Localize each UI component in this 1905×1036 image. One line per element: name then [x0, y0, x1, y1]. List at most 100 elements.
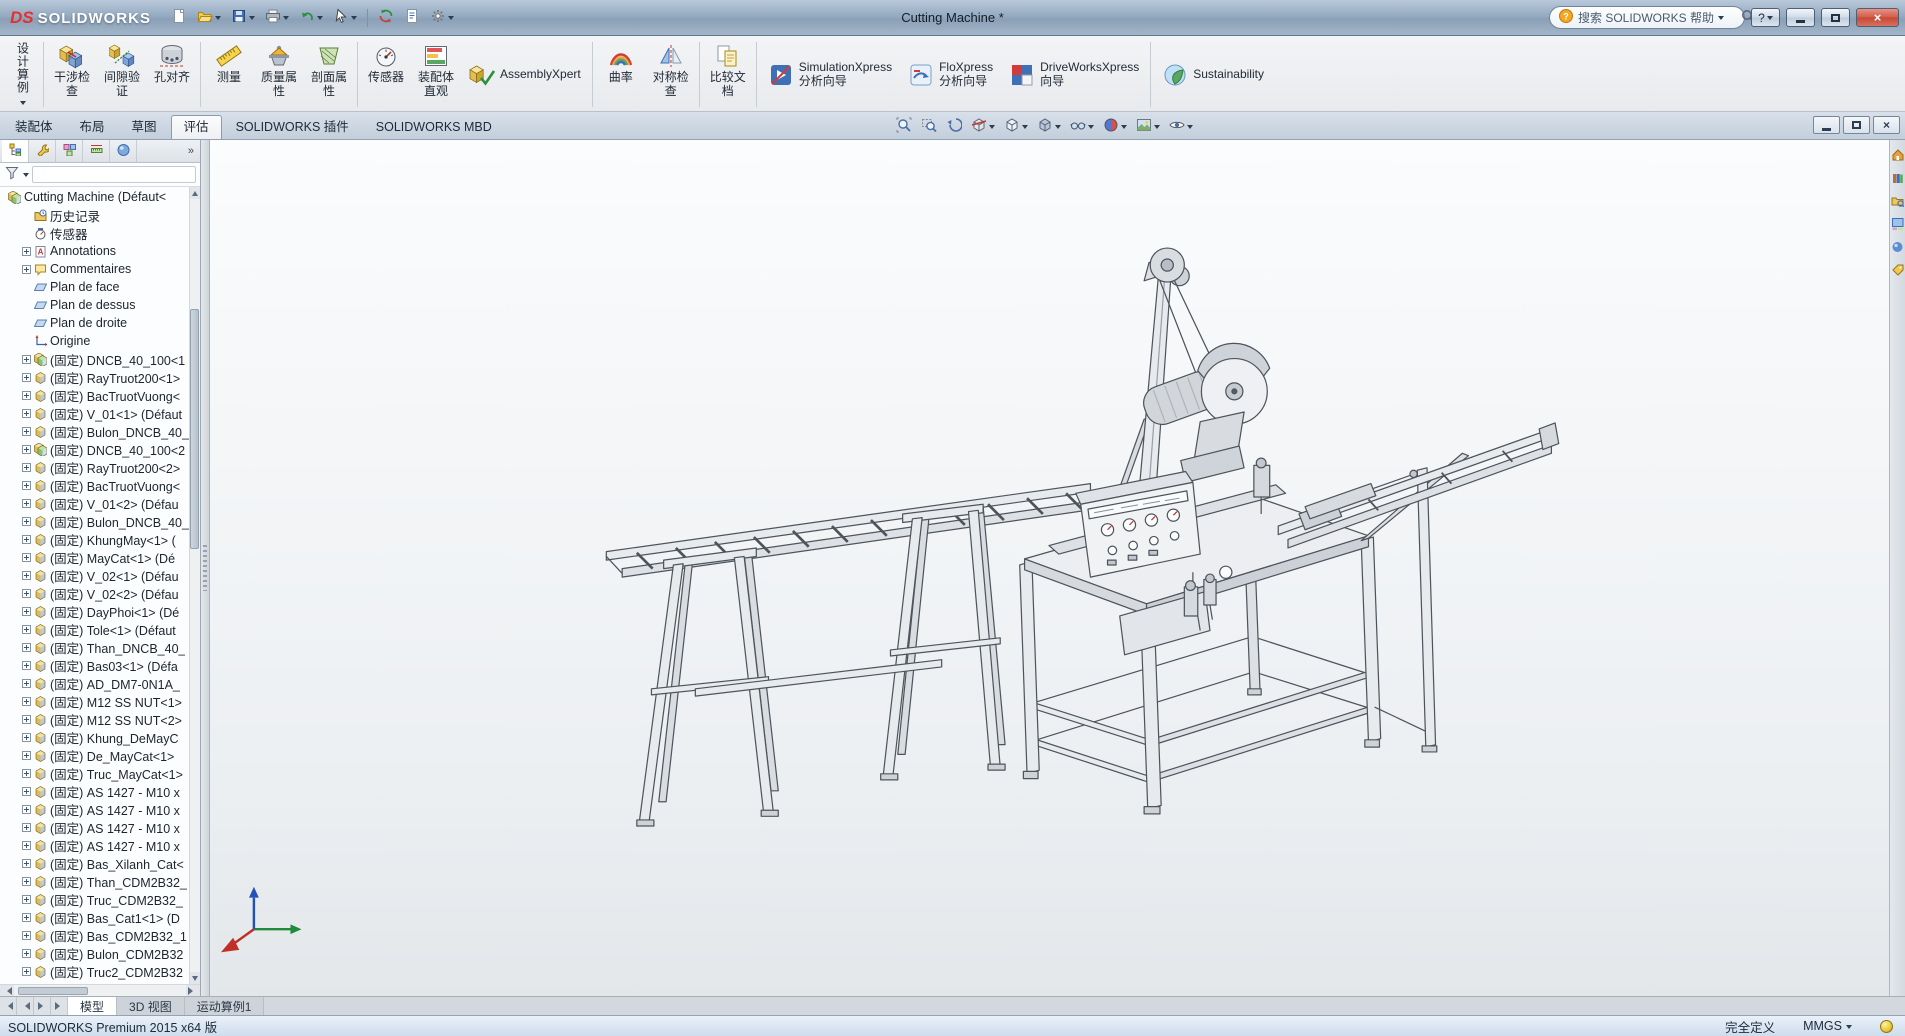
tree-item[interactable]: (固定) DNCB_40_100<2: [0, 440, 189, 458]
expand-icon[interactable]: [22, 427, 31, 436]
tree-item[interactable]: (固定) AD_DM7-0N1A_: [0, 674, 189, 692]
tree-item[interactable]: (固定) Bulon_CDM2B32: [0, 944, 189, 962]
expand-icon[interactable]: [22, 877, 31, 886]
tree-item[interactable]: (固定) Truc2_CDM2B32: [0, 962, 189, 980]
custom-properties-tab[interactable]: [1891, 263, 1905, 277]
design-study-button[interactable]: 设计算例: [6, 38, 40, 111]
expand-icon[interactable]: [22, 391, 31, 400]
saw-unit[interactable]: [1111, 248, 1270, 511]
outfeed-rail[interactable]: [1278, 423, 1558, 752]
tab-scroll-first-button[interactable]: [0, 997, 17, 1015]
ribbon-simulationxpress-button[interactable]: SimulationXpress分析向导: [760, 38, 900, 111]
maximize-button[interactable]: [1821, 8, 1850, 27]
scroll-up-button[interactable]: [190, 187, 200, 199]
tab-solidworks-mbd[interactable]: SOLIDWORKS MBD: [363, 115, 505, 139]
tree-item[interactable]: (固定) M12 SS NUT<2>: [0, 710, 189, 728]
trestle-right[interactable]: [881, 504, 1005, 780]
tree-item[interactable]: Plan de face: [0, 278, 189, 296]
view-palette-tab[interactable]: [1891, 217, 1905, 231]
ribbon-curvature-button[interactable]: 曲率: [596, 38, 646, 111]
tree-item[interactable]: 传感器: [0, 224, 189, 242]
expand-icon[interactable]: [22, 697, 31, 706]
options-gear-button[interactable]: [426, 5, 458, 30]
ribbon-clearance-verify-button[interactable]: 间隙验证: [97, 38, 147, 111]
filter-funnel-icon[interactable]: [4, 165, 20, 184]
expand-icon[interactable]: [22, 625, 31, 634]
cutting-machine-model[interactable]: [221, 248, 1559, 952]
model-view[interactable]: [210, 140, 1905, 996]
display-style-button[interactable]: [1034, 115, 1064, 138]
tree-item[interactable]: (固定) V_02<2> (Défau: [0, 584, 189, 602]
new-document-button[interactable]: [167, 5, 191, 30]
rebuild-button[interactable]: [374, 5, 398, 30]
expand-icon[interactable]: [22, 913, 31, 922]
file-properties-button[interactable]: [400, 5, 424, 30]
expand-icon[interactable]: [22, 751, 31, 760]
scroll-down-button[interactable]: [190, 972, 200, 984]
expand-icon[interactable]: [22, 823, 31, 832]
expand-icon[interactable]: [22, 247, 31, 256]
ribbon-mass-properties-button[interactable]: 质量属性: [254, 38, 304, 111]
expand-icon[interactable]: [22, 409, 31, 418]
ribbon-interference-check-button[interactable]: 干涉检查: [47, 38, 97, 111]
ribbon-hole-alignment-button[interactable]: 孔对齐: [147, 38, 197, 111]
save-button[interactable]: [227, 5, 259, 30]
expand-icon[interactable]: [22, 571, 31, 580]
tree-item[interactable]: Plan de dessus: [0, 296, 189, 314]
tree-item[interactable]: AAnnotations: [0, 242, 189, 260]
tree-item[interactable]: (固定) Truc_MayCat<1>: [0, 764, 189, 782]
tab-scroll-prev-button[interactable]: [17, 997, 34, 1015]
select-cursor-button[interactable]: [329, 5, 361, 30]
expand-icon[interactable]: [22, 607, 31, 616]
tree-item[interactable]: (固定) Khung_DeMayC: [0, 728, 189, 746]
bottom-tab-motion-study-1[interactable]: 运动算例1: [185, 997, 265, 1015]
panel-tabs-overflow[interactable]: »: [182, 140, 200, 162]
tree-item[interactable]: (固定) Truc_CDM2B32_: [0, 890, 189, 908]
tree-item[interactable]: (固定) AS 1427 - M10 x: [0, 782, 189, 800]
expand-icon[interactable]: [22, 355, 31, 364]
close-button[interactable]: ×: [1856, 8, 1899, 27]
expand-icon[interactable]: [22, 805, 31, 814]
expand-icon[interactable]: [22, 931, 31, 940]
edit-appearance-button[interactable]: [1100, 115, 1130, 138]
tree-item[interactable]: (固定) V_01<2> (Défau: [0, 494, 189, 512]
tree-item[interactable]: Origine: [0, 332, 189, 350]
ribbon-assemblyxpert-button[interactable]: AssemblyXpert: [461, 38, 589, 111]
expand-icon[interactable]: [22, 589, 31, 598]
tree-item[interactable]: (固定) Bas03<1> (Défa: [0, 656, 189, 674]
ribbon-floxpress-button[interactable]: FloXpress分析向导: [900, 38, 1001, 111]
tree-filter-input[interactable]: [32, 166, 196, 183]
expand-icon[interactable]: [22, 787, 31, 796]
ribbon-section-properties-button[interactable]: 剖面属性: [304, 38, 354, 111]
hide-show-button[interactable]: [1067, 115, 1097, 138]
tree-item[interactable]: (固定) RayTruot200<2>: [0, 458, 189, 476]
view-orientation-button[interactable]: [1001, 115, 1031, 138]
expand-icon[interactable]: [22, 949, 31, 958]
expand-icon[interactable]: [22, 733, 31, 742]
ribbon-measure-button[interactable]: 测量: [204, 38, 254, 111]
minimize-button[interactable]: [1786, 8, 1815, 27]
bottom-tab-model[interactable]: 模型: [68, 997, 117, 1015]
dimxpert-manager-tab[interactable]: [83, 140, 110, 162]
view-settings-button[interactable]: [1166, 115, 1196, 138]
expand-icon[interactable]: [22, 265, 31, 274]
feature-manager-tab[interactable]: [2, 140, 29, 162]
tree-item[interactable]: (固定) RayTruot200<1>: [0, 368, 189, 386]
expand-icon[interactable]: [22, 535, 31, 544]
search-input[interactable]: 搜索 SOLIDWORKS 帮助: [1578, 9, 1714, 26]
tree-item[interactable]: (固定) Bulon_DNCB_40_: [0, 512, 189, 530]
search-box[interactable]: ? 搜索 SOLIDWORKS 帮助: [1549, 6, 1745, 29]
scroll-right-button[interactable]: [186, 985, 200, 996]
ribbon-compare-docs-button[interactable]: 比较文档: [703, 38, 753, 111]
filter-caret-icon[interactable]: [23, 173, 29, 180]
tree-horizontal-scrollbar[interactable]: [0, 984, 200, 996]
expand-icon[interactable]: [22, 967, 31, 976]
tab-layout[interactable]: 布局: [67, 115, 118, 139]
expand-icon[interactable]: [22, 445, 31, 454]
search-scope-caret-icon[interactable]: [1718, 16, 1724, 23]
panel-splitter[interactable]: [201, 140, 210, 996]
tab-evaluate[interactable]: 评估: [171, 115, 222, 139]
undo-button[interactable]: [295, 5, 327, 30]
help-button[interactable]: ?: [1751, 8, 1780, 27]
tree-item[interactable]: (固定) AS 1427 - M10 x: [0, 836, 189, 854]
